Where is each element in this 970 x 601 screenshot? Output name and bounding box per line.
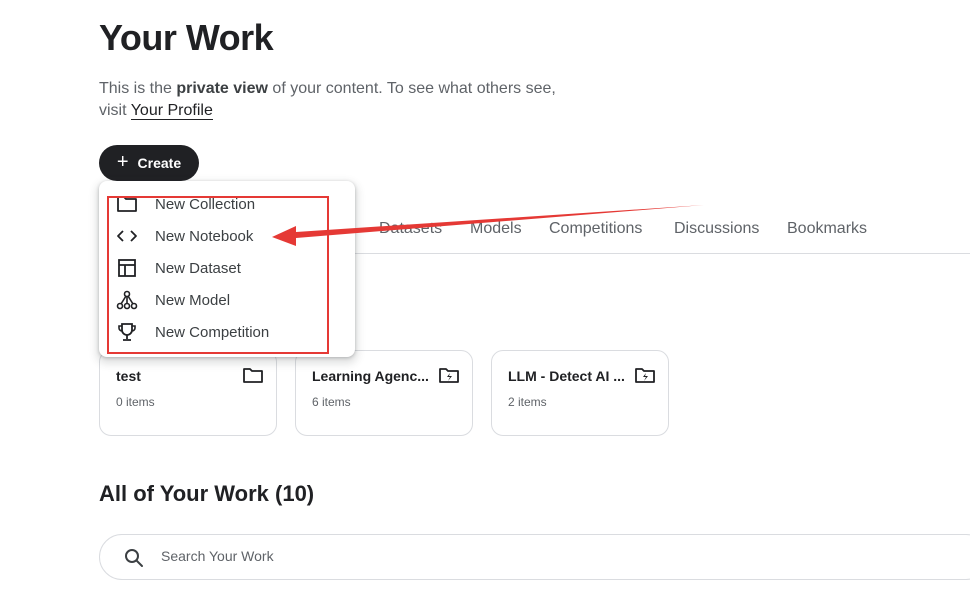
model-graph-icon xyxy=(116,289,138,311)
folder-icon xyxy=(116,193,138,215)
tab-datasets[interactable]: Datasets xyxy=(379,220,442,238)
code-icon xyxy=(116,225,138,247)
trophy-icon xyxy=(116,321,138,343)
menu-item-label: New Model xyxy=(155,291,231,309)
search-bar[interactable] xyxy=(99,534,970,580)
create-menu: New Collection New Notebook New Dataset … xyxy=(99,181,355,357)
collection-card-learning-agency[interactable]: Learning Agenc... 6 items xyxy=(295,350,473,436)
menu-item-label: New Competition xyxy=(155,323,270,341)
menu-item-new-model[interactable]: New Model xyxy=(99,284,355,316)
menu-item-new-notebook[interactable]: New Notebook xyxy=(99,220,355,252)
page-subtitle: This is the private view of your content… xyxy=(99,78,569,122)
menu-item-label: New Notebook xyxy=(155,227,254,245)
page-title: Your Work xyxy=(99,17,274,58)
menu-item-new-collection[interactable]: New Collection xyxy=(99,188,355,220)
menu-item-new-dataset[interactable]: New Dataset xyxy=(99,252,355,284)
collection-title: Learning Agenc... xyxy=(312,368,429,384)
collection-card-test[interactable]: test 0 items xyxy=(99,350,277,436)
subtitle-text-prefix: This is the xyxy=(99,80,177,97)
create-button-label: Create xyxy=(137,155,182,171)
folder-bolt-icon xyxy=(635,368,655,383)
search-icon xyxy=(125,549,143,567)
your-work-page: Your Work This is the private view of yo… xyxy=(0,0,970,601)
tab-competitions[interactable]: Competitions xyxy=(549,220,642,238)
menu-item-new-competition[interactable]: New Competition xyxy=(99,316,355,348)
your-profile-link[interactable]: Your Profile xyxy=(130,102,213,120)
tab-discussions[interactable]: Discussions xyxy=(674,220,759,238)
plus-icon: + xyxy=(116,151,129,173)
collection-title: LLM - Detect AI ... xyxy=(508,368,625,384)
tab-bookmarks[interactable]: Bookmarks xyxy=(787,220,867,238)
search-input[interactable] xyxy=(159,547,763,565)
menu-item-label: New Dataset xyxy=(155,259,241,277)
folder-icon xyxy=(243,368,263,383)
collection-count: 0 items xyxy=(116,395,155,409)
table-icon xyxy=(116,257,138,279)
all-work-heading: All of Your Work (10) xyxy=(99,481,315,506)
tab-models[interactable]: Models xyxy=(470,220,522,238)
subtitle-private-view: private view xyxy=(176,80,268,97)
collection-count: 6 items xyxy=(312,395,351,409)
folder-bolt-icon xyxy=(439,368,459,383)
menu-item-label: New Collection xyxy=(155,195,256,213)
collection-title: test xyxy=(116,368,141,384)
collection-count: 2 items xyxy=(508,395,547,409)
collection-card-llm-detect[interactable]: LLM - Detect AI ... 2 items xyxy=(491,350,669,436)
create-button[interactable]: + Create xyxy=(99,145,199,181)
